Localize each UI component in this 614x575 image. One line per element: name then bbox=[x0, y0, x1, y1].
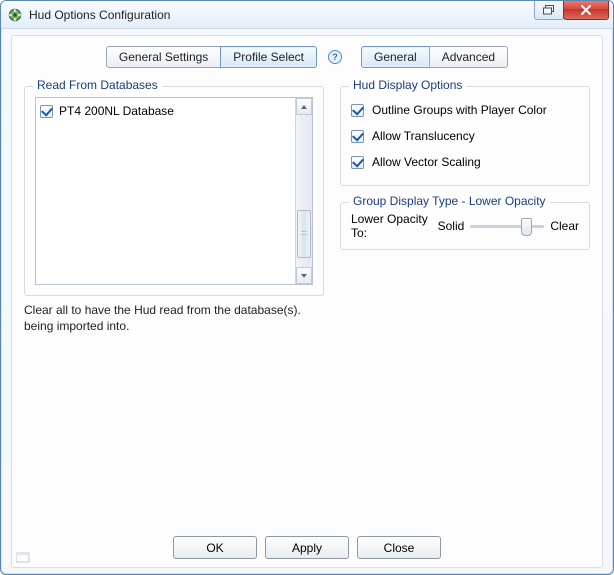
opacity-left-label: Solid bbox=[438, 219, 465, 233]
slider-thumb[interactable] bbox=[521, 218, 532, 236]
button-label: Apply bbox=[292, 541, 322, 555]
titlebar: Hud Options Configuration bbox=[1, 1, 613, 29]
scroll-down-button[interactable] bbox=[296, 267, 312, 284]
tab-advanced[interactable]: Advanced bbox=[429, 46, 508, 68]
option-allow-vector-scaling[interactable]: Allow Vector Scaling bbox=[351, 149, 579, 175]
tab-general[interactable]: General bbox=[361, 46, 430, 68]
slider-track bbox=[470, 225, 544, 228]
close-button[interactable]: Close bbox=[357, 536, 441, 559]
scroll-track[interactable] bbox=[296, 115, 312, 267]
ok-button[interactable]: OK bbox=[173, 536, 257, 559]
tab-label: General Settings bbox=[119, 50, 208, 64]
close-window-button[interactable] bbox=[563, 1, 609, 20]
svg-text:?: ? bbox=[332, 52, 338, 62]
window-buttons bbox=[535, 1, 613, 28]
arrow-down-icon bbox=[300, 273, 308, 279]
right-column: Hud Display Options Outline Groups with … bbox=[340, 78, 590, 250]
vertical-scrollbar[interactable] bbox=[295, 98, 312, 284]
tab-general-settings[interactable]: General Settings bbox=[106, 46, 221, 68]
checkbox[interactable] bbox=[351, 130, 364, 143]
tab-label: Profile Select bbox=[233, 50, 304, 64]
checkbox[interactable] bbox=[351, 156, 364, 169]
right-tab-group: General Advanced bbox=[361, 46, 508, 68]
tab-profile-select[interactable]: Profile Select bbox=[220, 46, 317, 68]
app-icon bbox=[7, 7, 23, 23]
scroll-up-button[interactable] bbox=[296, 98, 312, 115]
opacity-row: Lower Opacity To: Solid Clear bbox=[351, 213, 579, 239]
group-legend: Read From Databases bbox=[33, 78, 162, 92]
window-title: Hud Options Configuration bbox=[29, 8, 535, 22]
checkbox[interactable] bbox=[40, 105, 53, 118]
option-allow-translucency[interactable]: Allow Translucency bbox=[351, 123, 579, 149]
client-area: General Settings Profile Select ? Genera… bbox=[1, 29, 613, 574]
arrow-up-icon bbox=[300, 104, 308, 110]
list-item[interactable]: PT4 200NL Database bbox=[40, 102, 291, 120]
opacity-slider[interactable] bbox=[470, 216, 544, 236]
restore-icon bbox=[543, 5, 555, 15]
databases-group: Read From Databases PT4 200NL Database bbox=[24, 86, 324, 296]
opacity-right-label: Clear bbox=[550, 219, 579, 233]
tab-label: General bbox=[374, 50, 417, 64]
checkbox[interactable] bbox=[351, 104, 364, 117]
list-item-label: PT4 200NL Database bbox=[59, 104, 174, 118]
status-grip-icon bbox=[16, 552, 30, 563]
display-options-group: Hud Display Options Outline Groups with … bbox=[340, 86, 590, 186]
main-panel: General Settings Profile Select ? Genera… bbox=[11, 35, 603, 568]
left-column: Read From Databases PT4 200NL Database bbox=[24, 78, 324, 334]
button-label: OK bbox=[206, 541, 223, 555]
help-icon[interactable]: ? bbox=[327, 49, 343, 65]
group-legend: Group Display Type - Lower Opacity bbox=[349, 194, 550, 208]
group-legend: Hud Display Options bbox=[349, 78, 466, 92]
close-icon bbox=[580, 5, 592, 15]
left-tab-group: General Settings Profile Select bbox=[106, 46, 317, 68]
option-outline-groups[interactable]: Outline Groups with Player Color bbox=[351, 97, 579, 123]
dialog-buttons: OK Apply Close bbox=[24, 530, 590, 559]
opacity-label: Lower Opacity To: bbox=[351, 212, 432, 240]
option-label: Allow Translucency bbox=[372, 129, 475, 143]
databases-listbox[interactable]: PT4 200NL Database bbox=[35, 97, 313, 285]
databases-hint: Clear all to have the Hud read from the … bbox=[24, 302, 324, 334]
content-columns: Read From Databases PT4 200NL Database bbox=[24, 78, 590, 334]
button-label: Close bbox=[384, 541, 415, 555]
option-label: Allow Vector Scaling bbox=[372, 155, 481, 169]
top-tab-bar: General Settings Profile Select ? Genera… bbox=[24, 46, 590, 68]
window: Hud Options Configuration General Settin… bbox=[0, 0, 614, 575]
restore-button[interactable] bbox=[534, 1, 564, 20]
scroll-thumb[interactable] bbox=[297, 210, 311, 258]
opacity-group: Group Display Type - Lower Opacity Lower… bbox=[340, 202, 590, 250]
tab-label: Advanced bbox=[442, 50, 495, 64]
apply-button[interactable]: Apply bbox=[265, 536, 349, 559]
list-items: PT4 200NL Database bbox=[36, 98, 295, 284]
option-label: Outline Groups with Player Color bbox=[372, 103, 547, 117]
